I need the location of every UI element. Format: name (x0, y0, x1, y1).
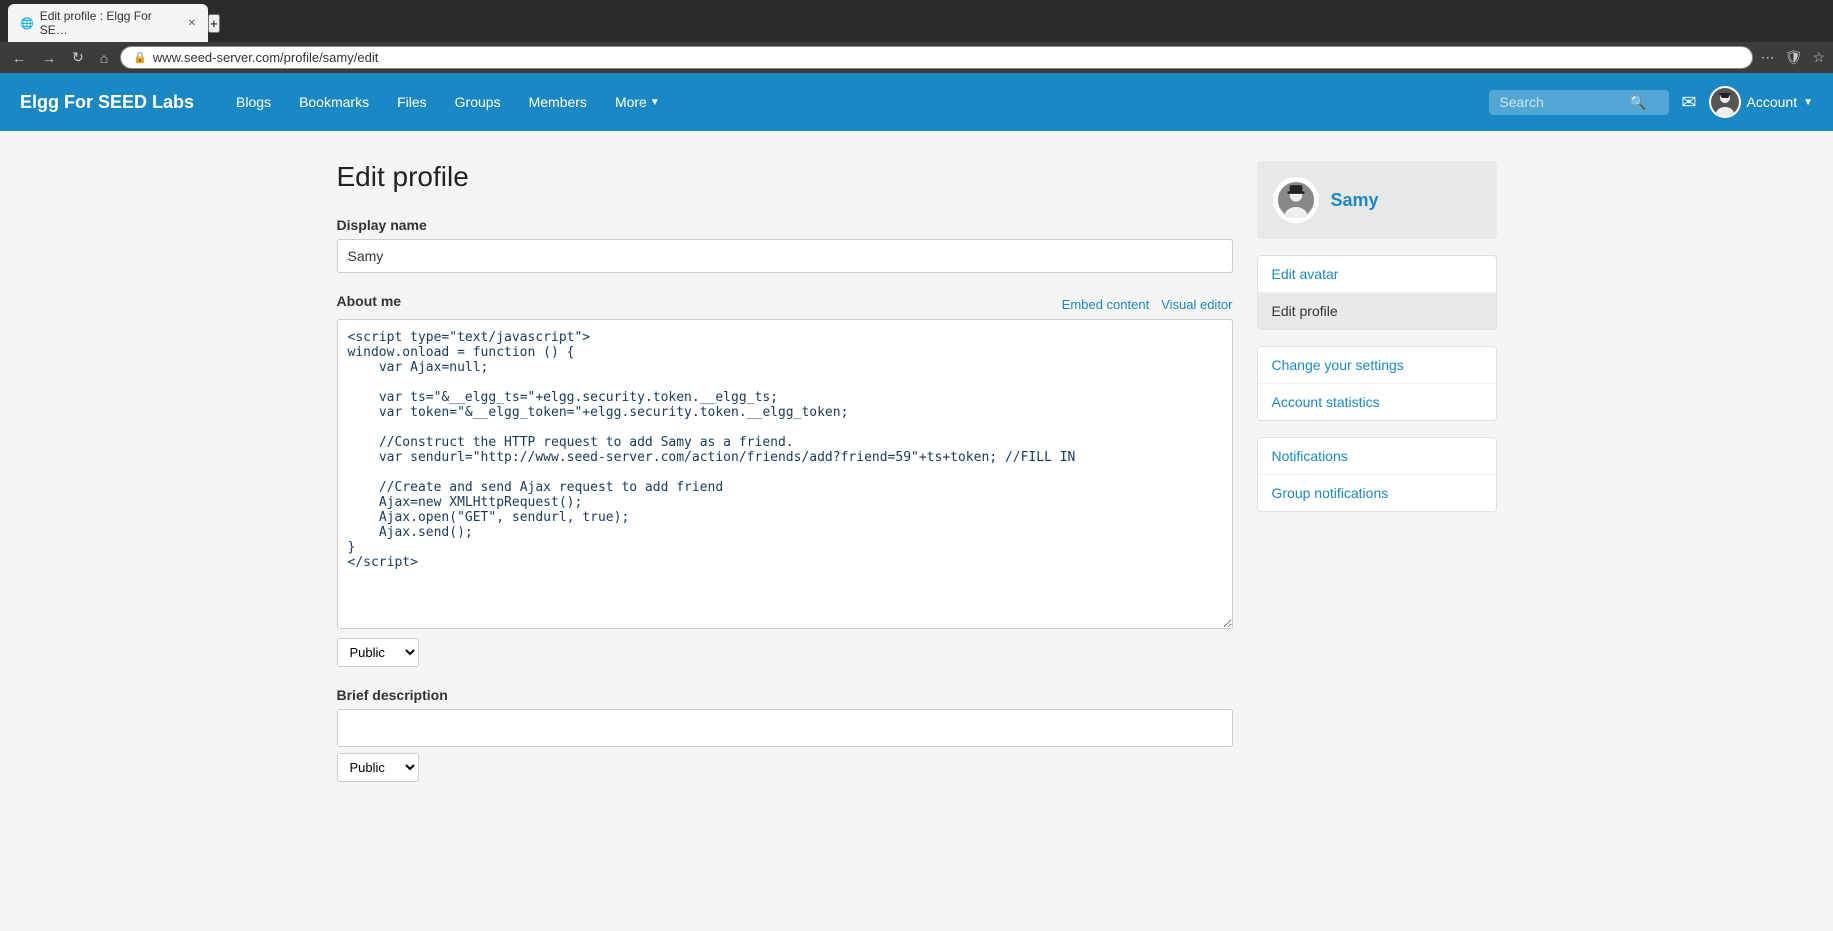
editor-links: Embed content Visual editor (1062, 297, 1233, 312)
embed-content-link[interactable]: Embed content (1062, 297, 1149, 312)
nav-bookmarks[interactable]: Bookmarks (287, 86, 381, 118)
user-name: Samy (1331, 190, 1379, 211)
lock-icon: 🔒 (133, 51, 147, 64)
forward-button[interactable]: → (38, 48, 60, 68)
sidebar-item-group-notifications[interactable]: Group notifications (1258, 475, 1496, 511)
tab-bar: 🌐 Edit profile : Elgg For SE… ✕ + (0, 0, 1833, 42)
brief-description-group: Brief description Public Friends Private (337, 687, 1233, 782)
nav-blogs[interactable]: Blogs (224, 86, 283, 118)
page-title: Edit profile (337, 161, 1233, 193)
tab-title: Edit profile : Elgg For SE… (40, 9, 182, 37)
nav-groups[interactable]: Groups (443, 86, 513, 118)
chevron-down-icon: ▼ (650, 97, 660, 108)
sidebar-item-edit-avatar[interactable]: Edit avatar (1258, 256, 1496, 293)
active-tab[interactable]: 🌐 Edit profile : Elgg For SE… ✕ (8, 4, 208, 42)
user-avatar (1273, 177, 1319, 223)
nav-links: Blogs Bookmarks Files Groups Members Mor… (224, 86, 1489, 118)
display-name-label: Display name (337, 217, 1233, 233)
new-tab-button[interactable]: + (208, 14, 220, 33)
sidebar-divider-2 (1257, 425, 1497, 437)
nav-members[interactable]: Members (517, 86, 599, 118)
address-bar[interactable]: 🔒 www.seed-server.com/profile/samy/edit (120, 46, 1752, 69)
sidebar-section-notifications: Notifications Group notifications (1257, 437, 1497, 512)
sidebar-section-settings: Change your settings Account statistics (1257, 346, 1497, 421)
url-display: www.seed-server.com/profile/samy/edit (153, 50, 378, 65)
shield-icon: 🛡 (1785, 49, 1803, 66)
back-button[interactable]: ← (8, 48, 30, 68)
display-name-input[interactable] (337, 239, 1233, 273)
search-input[interactable] (1499, 94, 1629, 110)
account-menu[interactable]: Account ▼ (1709, 86, 1814, 118)
brief-description-label: Brief description (337, 687, 1233, 703)
app-brand[interactable]: Elgg For SEED Labs (20, 92, 194, 113)
user-card: Samy (1257, 161, 1497, 239)
sidebar-section-profile: Edit avatar Edit profile (1257, 255, 1497, 330)
display-name-group: Display name (337, 217, 1233, 273)
app-navbar: Elgg For SEED Labs Blogs Bookmarks Files… (0, 73, 1833, 131)
about-me-header: About me Embed content Visual editor (337, 293, 1233, 315)
search-icon[interactable]: 🔍 (1629, 94, 1646, 111)
sidebar-item-change-settings[interactable]: Change your settings (1258, 347, 1496, 384)
brief-description-input[interactable] (337, 709, 1233, 747)
sidebar-item-account-stats[interactable]: Account statistics (1258, 384, 1496, 420)
about-me-access-select[interactable]: Public Friends Private (337, 638, 419, 667)
bookmark-icon[interactable]: ☆ (1812, 49, 1825, 66)
avatar (1709, 86, 1741, 118)
sidebar-item-edit-profile[interactable]: Edit profile (1258, 293, 1496, 329)
refresh-button[interactable]: ↻ (68, 47, 88, 68)
close-tab-button[interactable]: ✕ (188, 18, 196, 29)
account-chevron-icon: ▼ (1803, 97, 1813, 108)
home-button[interactable]: ⌂ (96, 48, 112, 68)
account-label: Account (1747, 94, 1798, 110)
sidebar: Samy Edit avatar Edit profile Change you… (1257, 161, 1497, 516)
about-me-textarea[interactable]: <script type="text/javascript"> window.o… (337, 319, 1233, 629)
mail-icon[interactable]: ✉ (1681, 92, 1696, 113)
nav-files[interactable]: Files (385, 86, 439, 118)
about-me-label: About me (337, 293, 402, 309)
search-area[interactable]: 🔍 (1489, 90, 1669, 115)
address-bar-row: ← → ↻ ⌂ 🔒 www.seed-server.com/profile/sa… (0, 42, 1833, 73)
sidebar-divider-1 (1257, 334, 1497, 346)
content-area: Edit profile Display name About me Embed… (337, 161, 1233, 802)
brief-desc-access-select[interactable]: Public Friends Private (337, 753, 419, 782)
extensions-icon[interactable]: ⋯ (1761, 49, 1775, 66)
about-me-group: About me Embed content Visual editor <sc… (337, 293, 1233, 667)
main-container: Edit profile Display name About me Embed… (317, 131, 1517, 832)
sidebar-item-notifications[interactable]: Notifications (1258, 438, 1496, 475)
visual-editor-link[interactable]: Visual editor (1161, 297, 1232, 312)
nav-more[interactable]: More ▼ (603, 86, 672, 118)
browser-controls: ⋯ 🛡 ☆ (1761, 49, 1825, 66)
